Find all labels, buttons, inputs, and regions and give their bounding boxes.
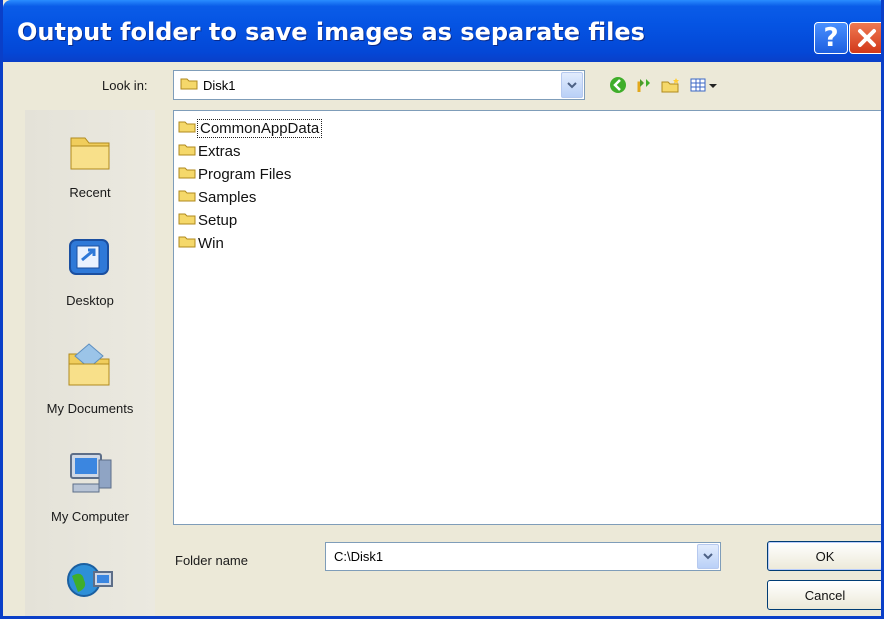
look-in-dropdown-button[interactable] bbox=[561, 72, 583, 98]
list-item[interactable]: Program Files bbox=[178, 163, 291, 185]
help-button[interactable]: ? bbox=[814, 22, 848, 54]
place-desktop[interactable]: Desktop bbox=[25, 234, 155, 308]
list-item-label: Win bbox=[198, 234, 224, 252]
place-network[interactable] bbox=[25, 558, 155, 616]
list-item-label: Setup bbox=[198, 211, 238, 229]
folder-icon bbox=[178, 165, 196, 183]
close-button[interactable] bbox=[849, 22, 881, 54]
place-label: Recent bbox=[69, 185, 111, 200]
desktop-icon bbox=[25, 234, 155, 285]
look-in-value: Disk1 bbox=[203, 77, 236, 93]
list-item[interactable]: Setup bbox=[178, 209, 237, 231]
folder-icon bbox=[178, 119, 196, 137]
dialog-title: Output folder to save images as separate… bbox=[17, 18, 645, 46]
list-item-label: Program Files bbox=[198, 165, 292, 183]
folder-name-value: C:\Disk1 bbox=[334, 549, 384, 564]
list-item-label: CommonAppData bbox=[196, 118, 323, 138]
list-item[interactable]: Win bbox=[178, 232, 224, 254]
look-in-dropdown[interactable]: Disk1 bbox=[173, 70, 585, 100]
title-bar[interactable]: Output folder to save images as separate… bbox=[3, 0, 881, 62]
my-documents-icon bbox=[25, 340, 155, 393]
recent-folder-icon bbox=[25, 128, 155, 177]
folder-icon bbox=[178, 142, 196, 160]
places-bar: Recent Desktop My Documents My Computer bbox=[25, 110, 155, 616]
save-folder-dialog: Output folder to save images as separate… bbox=[0, 0, 884, 619]
list-item[interactable]: Extras bbox=[178, 140, 241, 162]
place-recent[interactable]: Recent bbox=[25, 128, 155, 200]
navigation-toolbar bbox=[609, 76, 718, 99]
folder-icon bbox=[178, 188, 196, 206]
list-item[interactable]: CommonAppData bbox=[178, 117, 323, 139]
list-item-label: Samples bbox=[198, 188, 257, 206]
up-folder-icon[interactable] bbox=[636, 76, 652, 99]
views-menu-icon[interactable] bbox=[690, 77, 718, 98]
chevron-down-icon bbox=[703, 553, 713, 560]
look-in-label: Look in: bbox=[102, 78, 148, 93]
new-folder-icon[interactable] bbox=[661, 77, 681, 98]
place-label: My Computer bbox=[50, 509, 130, 524]
network-places-icon bbox=[25, 558, 155, 609]
folder-name-field[interactable]: C:\Disk1 bbox=[325, 542, 721, 571]
place-label: Desktop bbox=[66, 293, 114, 308]
place-label: My Documents bbox=[46, 401, 134, 416]
folder-name-label: Folder name bbox=[175, 553, 248, 568]
folder-icon bbox=[180, 76, 198, 95]
ok-button[interactable]: OK bbox=[767, 541, 881, 571]
folder-list[interactable]: CommonAppData Extras Program Files Sampl… bbox=[173, 110, 881, 525]
place-my-documents[interactable]: My Documents bbox=[25, 340, 155, 416]
close-icon bbox=[858, 29, 876, 47]
my-computer-icon bbox=[25, 450, 155, 501]
list-item[interactable]: Samples bbox=[178, 186, 256, 208]
folder-icon bbox=[178, 234, 196, 252]
folder-name-dropdown-button[interactable] bbox=[697, 544, 719, 569]
list-item-label: Extras bbox=[198, 142, 241, 160]
folder-icon bbox=[178, 211, 196, 229]
place-my-computer[interactable]: My Computer bbox=[25, 450, 155, 524]
back-icon[interactable] bbox=[609, 76, 627, 99]
chevron-down-icon bbox=[567, 81, 577, 88]
cancel-button[interactable]: Cancel bbox=[767, 580, 881, 610]
